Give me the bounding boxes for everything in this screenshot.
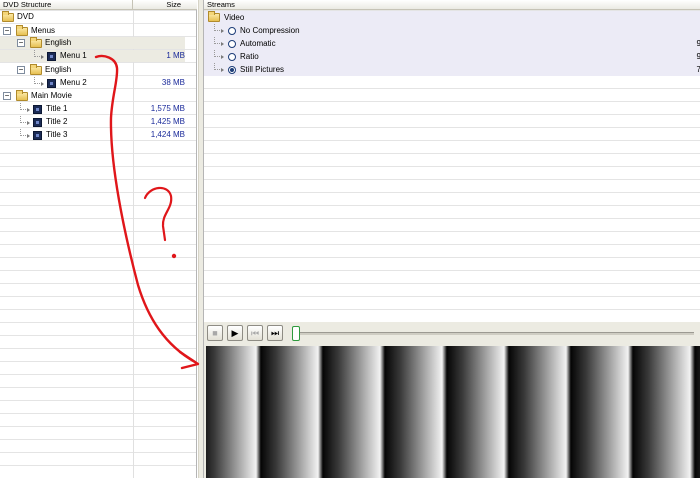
tree-connector-icon bbox=[34, 77, 44, 86]
tree-item-label: Main Movie bbox=[31, 91, 72, 100]
tree-connector-icon bbox=[20, 129, 30, 138]
column-header-dvd-structure[interactable]: DVD Structure bbox=[0, 0, 133, 10]
tree-item-menu-2[interactable]: Menu 2 38 MB bbox=[0, 77, 185, 89]
stream-option-label: Still Pictures bbox=[240, 65, 285, 74]
radio-button[interactable] bbox=[228, 27, 236, 35]
dvd-structure-pane: DVD Structure Size DVD − Menus − English… bbox=[0, 0, 197, 478]
stream-option-no-compression[interactable]: No Compression bbox=[204, 24, 700, 37]
tree-connector-icon bbox=[214, 50, 224, 59]
folder-open-icon bbox=[16, 25, 28, 36]
title-file-icon bbox=[33, 118, 42, 127]
stream-option-value: 9 bbox=[696, 52, 700, 61]
radio-button-checked[interactable] bbox=[228, 66, 236, 74]
folder-open-icon bbox=[30, 37, 42, 48]
collapse-minus-icon[interactable]: − bbox=[3, 92, 11, 100]
tree-item-english-1[interactable]: − English bbox=[0, 37, 185, 49]
collapse-minus-icon[interactable]: − bbox=[17, 66, 25, 74]
tree-item-label: English bbox=[45, 38, 72, 47]
tree-item-main-movie[interactable]: − Main Movie bbox=[0, 90, 185, 102]
title-file-icon bbox=[33, 131, 42, 140]
tree-connector-icon bbox=[20, 103, 30, 112]
tree-item-menu-1[interactable]: Menu 1 1 MB bbox=[0, 50, 185, 62]
stream-group-label: Video bbox=[224, 13, 245, 22]
streams-pane: Streams Video No Compression Automatic 9… bbox=[203, 0, 700, 322]
tree-item-title-3[interactable]: Title 3 1,424 MB bbox=[0, 129, 185, 141]
video-frame-stripe bbox=[323, 346, 385, 478]
tree-item-size: 1,575 MB bbox=[150, 104, 185, 113]
tree-item-size: 1 MB bbox=[166, 51, 185, 60]
tree-item-title-1[interactable]: Title 1 1,575 MB bbox=[0, 103, 185, 115]
tree-item-size: 1,424 MB bbox=[150, 130, 185, 139]
tree-item-menus[interactable]: − Menus bbox=[0, 25, 185, 37]
tree-item-label: Menu 1 bbox=[60, 51, 87, 60]
player-controls: ■ ▶ ⏮ ⏭ bbox=[204, 322, 700, 346]
video-frame-stripe bbox=[509, 346, 571, 478]
collapse-minus-icon[interactable]: − bbox=[3, 27, 11, 35]
stop-button[interactable]: ■ bbox=[207, 325, 223, 341]
stream-option-label: Automatic bbox=[240, 39, 276, 48]
tree-item-dvd[interactable]: DVD bbox=[0, 11, 185, 23]
tree-item-label: DVD bbox=[17, 12, 34, 21]
folder-open-icon bbox=[16, 90, 28, 101]
tree-connector-icon bbox=[34, 50, 44, 59]
tree-item-title-2[interactable]: Title 2 1,425 MB bbox=[0, 116, 185, 128]
stream-option-label: No Compression bbox=[240, 26, 300, 35]
tree-item-label: English bbox=[45, 65, 72, 74]
stream-option-still-pictures[interactable]: Still Pictures 7 bbox=[204, 63, 700, 76]
title-file-icon bbox=[33, 105, 42, 114]
stream-option-value: 9 bbox=[696, 39, 700, 48]
tree-connector-icon bbox=[20, 116, 30, 125]
tree-connector-icon bbox=[214, 63, 224, 72]
tree-item-english-2[interactable]: − English bbox=[0, 64, 185, 76]
video-frame-stripe bbox=[261, 346, 323, 478]
stream-option-value: 7 bbox=[696, 65, 700, 74]
video-frame-stripe bbox=[633, 346, 695, 478]
folder-open-icon bbox=[30, 64, 42, 75]
menu-file-icon bbox=[47, 52, 56, 61]
column-header-size[interactable]: Size bbox=[133, 0, 197, 10]
menu-file-icon bbox=[47, 79, 56, 88]
previous-button[interactable]: ⏮ bbox=[247, 325, 263, 341]
video-frame-stripe bbox=[447, 346, 509, 478]
next-button[interactable]: ⏭ bbox=[267, 325, 283, 341]
video-frame-stripe bbox=[385, 346, 447, 478]
video-frame-stripe bbox=[571, 346, 633, 478]
stream-group-video[interactable]: Video bbox=[204, 11, 700, 24]
play-button[interactable]: ▶ bbox=[227, 325, 243, 341]
stream-option-ratio[interactable]: Ratio 9 bbox=[204, 50, 700, 63]
video-frame-stripe bbox=[206, 346, 261, 478]
tree-item-size: 1,425 MB bbox=[150, 117, 185, 126]
stream-option-automatic[interactable]: Automatic 9 bbox=[204, 37, 700, 50]
preview-player: ■ ▶ ⏮ ⏭ bbox=[203, 322, 700, 478]
tree-item-label: Menus bbox=[31, 26, 56, 35]
collapse-minus-icon[interactable]: − bbox=[17, 39, 25, 47]
radio-button[interactable] bbox=[228, 53, 236, 61]
tree-connector-icon bbox=[214, 24, 224, 33]
stream-option-label: Ratio bbox=[240, 52, 259, 61]
tree-item-label: Title 2 bbox=[46, 117, 68, 126]
radio-button[interactable] bbox=[228, 40, 236, 48]
folder-open-icon bbox=[208, 11, 220, 22]
video-preview bbox=[206, 346, 700, 478]
tree-item-label: Title 3 bbox=[46, 130, 68, 139]
video-frame-stripe bbox=[695, 346, 700, 478]
tree-connector-icon bbox=[214, 37, 224, 46]
folder-open-icon bbox=[2, 11, 14, 22]
seek-thumb[interactable] bbox=[292, 326, 300, 341]
seek-bar[interactable] bbox=[294, 332, 694, 335]
tree-item-size: 38 MB bbox=[161, 78, 185, 87]
tree-item-label: Title 1 bbox=[46, 104, 68, 113]
column-header-streams[interactable]: Streams bbox=[204, 0, 700, 10]
tree-item-label: Menu 2 bbox=[60, 78, 87, 87]
